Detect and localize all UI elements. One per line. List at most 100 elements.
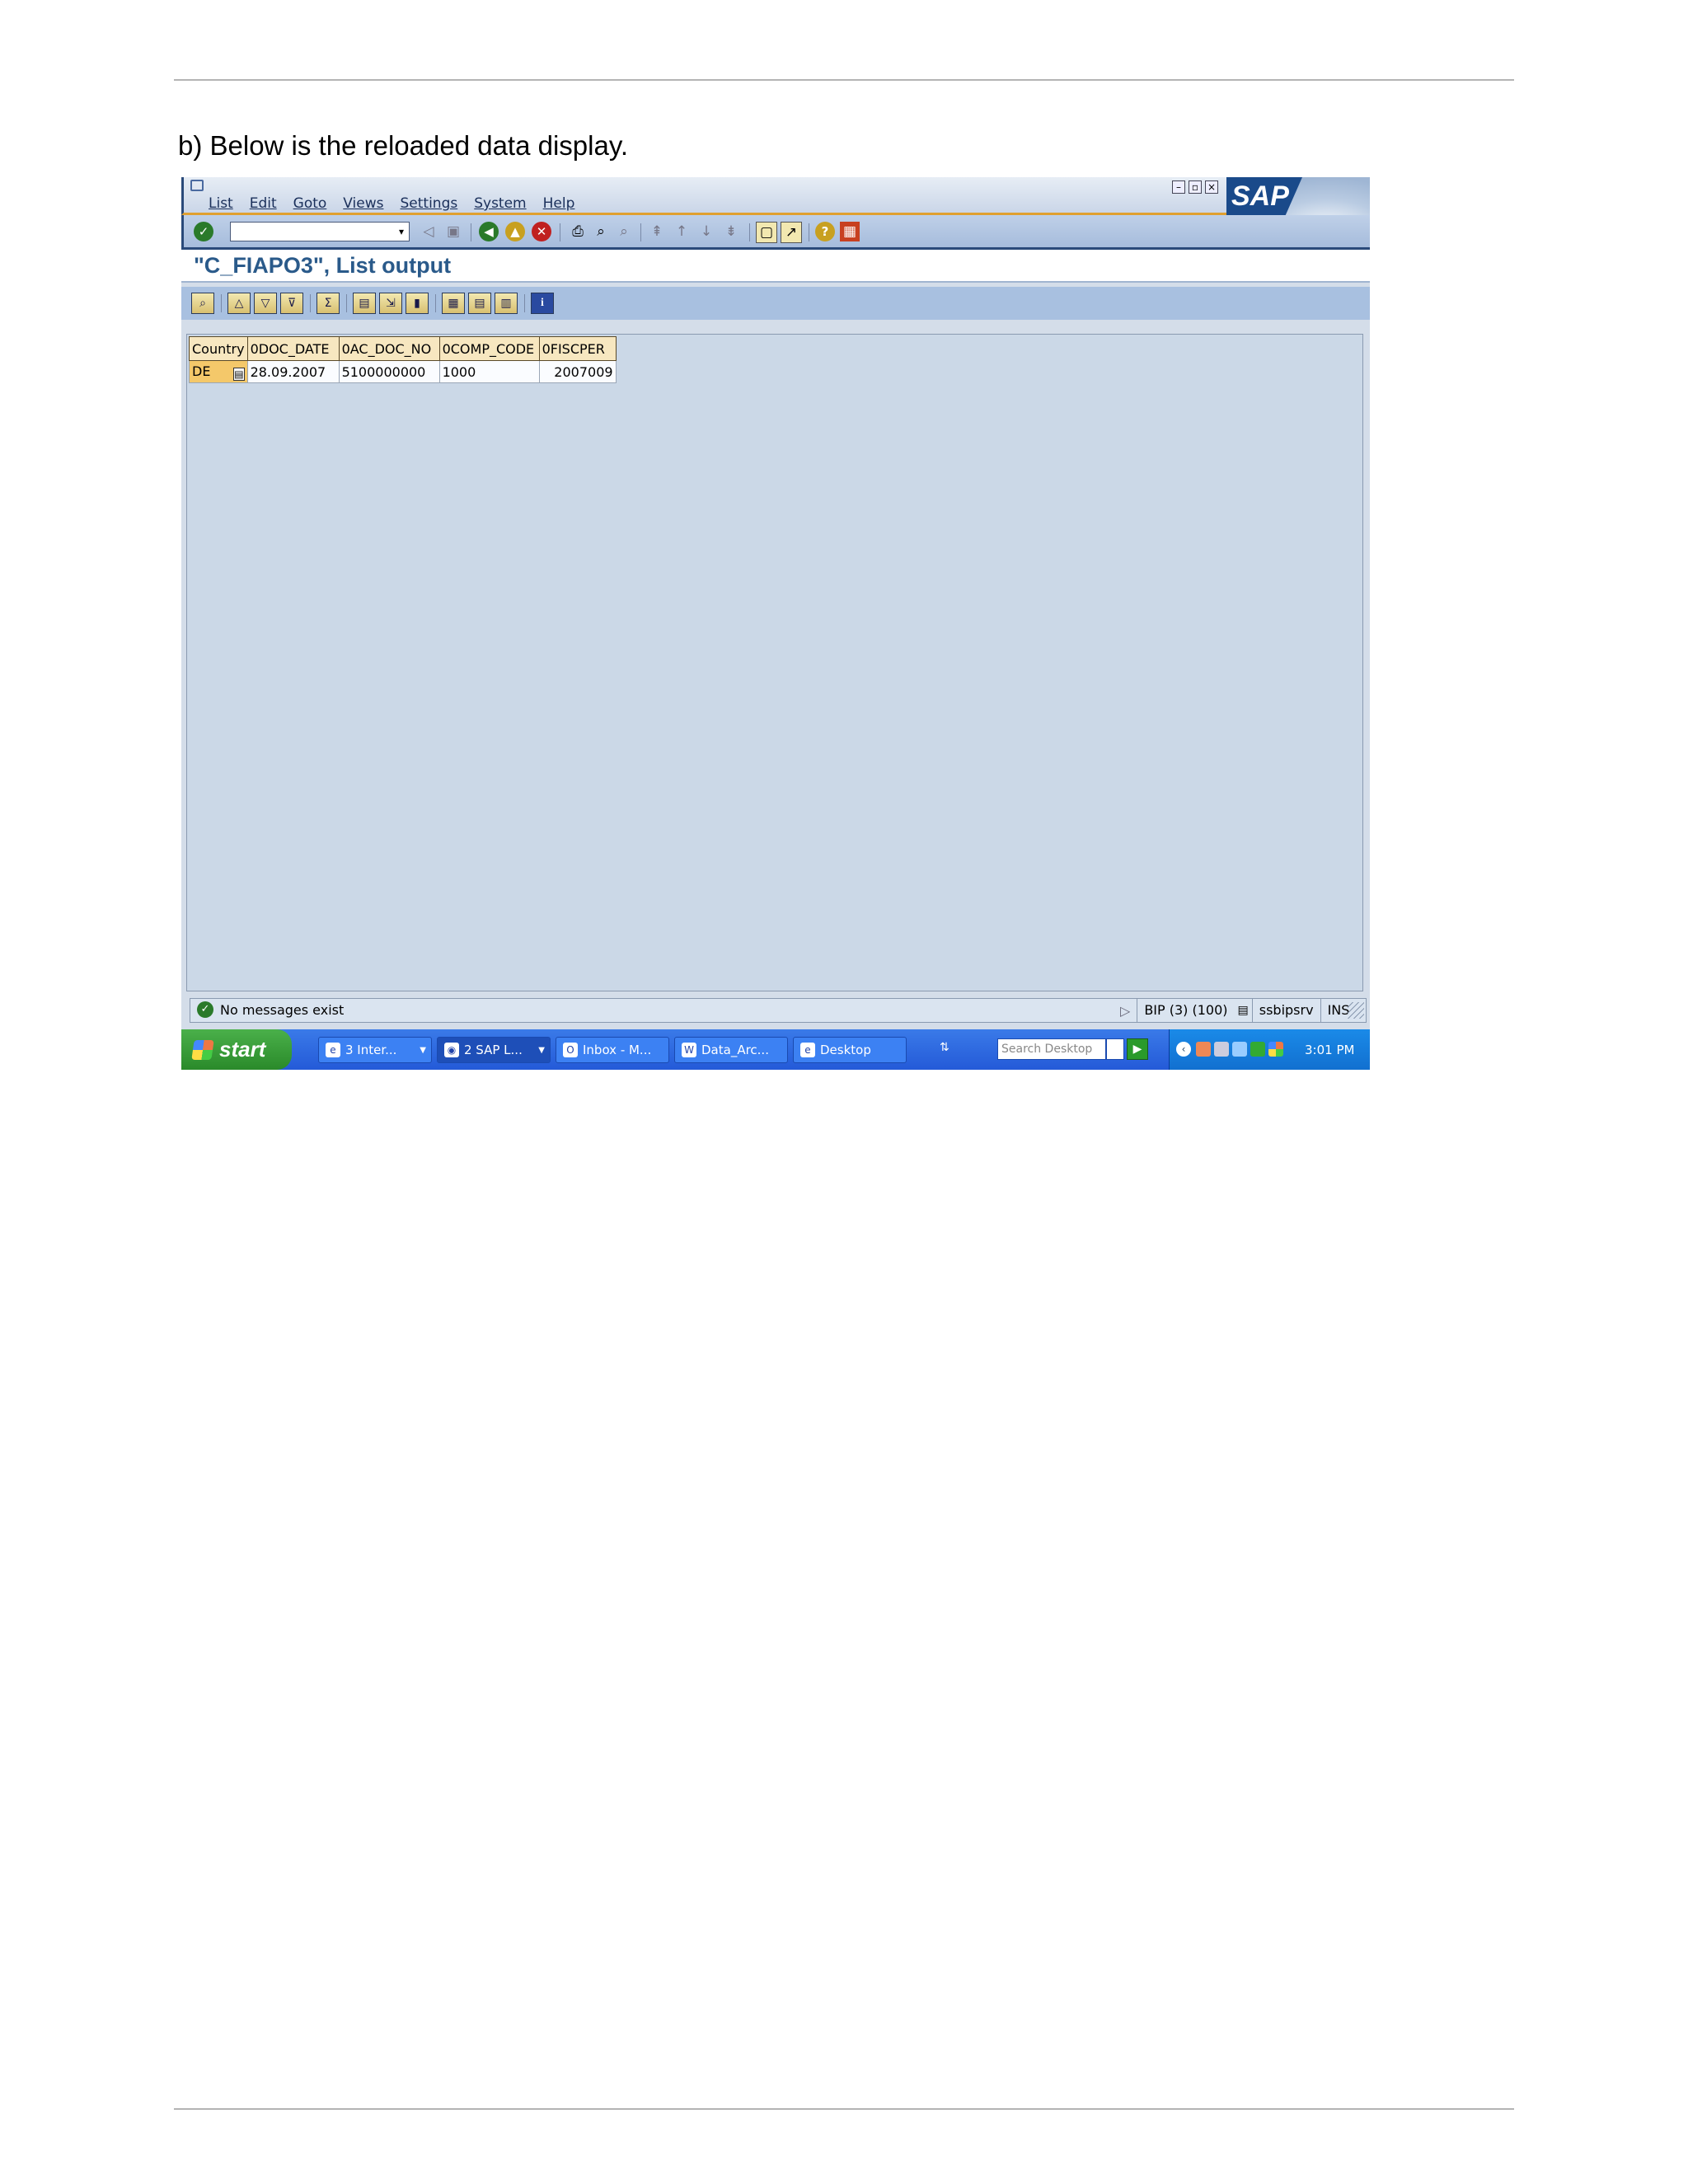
export-icon[interactable]: ⇲ <box>379 293 402 314</box>
cell-comp-code[interactable]: 1000 <box>438 360 540 383</box>
command-history-icon[interactable]: ▾ <box>392 222 411 241</box>
task-data-archive[interactable]: W Data_Arc... <box>674 1037 788 1063</box>
minimize-icon[interactable]: – <box>1172 180 1185 194</box>
first-page-icon[interactable]: ⇞ <box>647 222 667 241</box>
tray-search-icon[interactable] <box>1232 1042 1247 1057</box>
search-go-icon[interactable]: ▶ <box>1127 1038 1148 1060</box>
details-icon[interactable]: ⌕ <box>191 293 214 314</box>
status-info: ▷ BIP (3) (100) ▤ ssbipsrv INS <box>1114 999 1356 1022</box>
desktop-icon: e <box>800 1043 815 1057</box>
menu-items: List Edit Goto Views Settings System Hel… <box>209 195 591 212</box>
shortcut-icon[interactable]: ↗ <box>781 222 802 243</box>
application-toolbar: ⌕ △ ▽ ⊽ Σ ▤ ⇲ ▮ ▦ ▤ ▥ i <box>181 287 1370 320</box>
task-label: 3 Inter... <box>345 1043 397 1057</box>
menu-settings[interactable]: Settings <box>400 195 457 212</box>
tray-windows-icon[interactable] <box>1268 1042 1283 1057</box>
enter-icon[interactable]: ✓ <box>194 222 213 241</box>
previous-page-icon[interactable]: ↑ <box>672 222 692 241</box>
page-bottom-rule <box>174 2108 1514 2110</box>
start-button[interactable]: start <box>181 1029 292 1070</box>
table-row[interactable]: DE ▤ 28.09.2007 5100000000 1000 2007009 <box>189 360 617 383</box>
task-label: 2 SAP L... <box>464 1043 523 1057</box>
clock[interactable]: 3:01 PM <box>1305 1043 1354 1057</box>
tray-network-icon[interactable] <box>1214 1042 1229 1057</box>
sort-descending-icon[interactable]: ▽ <box>254 293 277 314</box>
information-icon[interactable]: i <box>531 293 554 314</box>
search-options-icon[interactable] <box>1106 1038 1124 1060</box>
cell-country-text: DE <box>192 363 211 379</box>
find-icon[interactable]: ⌕ <box>591 222 611 241</box>
word-document-icon: W <box>682 1043 696 1057</box>
menu-edit[interactable]: Edit <box>250 195 277 212</box>
filter-icon[interactable]: ⊽ <box>280 293 303 314</box>
window-controls: – ▫ × <box>1172 180 1218 194</box>
task-label: Data_Arc... <box>701 1043 769 1057</box>
menu-list[interactable]: List <box>209 195 233 212</box>
page-top-rule <box>174 79 1514 81</box>
sap-logon-icon: ◉ <box>444 1043 459 1057</box>
menu-views[interactable]: Views <box>343 195 383 212</box>
task-inbox[interactable]: O Inbox - M... <box>556 1037 669 1063</box>
cell-ac-doc-no[interactable]: 5100000000 <box>338 360 440 383</box>
back-arrow-icon[interactable]: ◁ <box>419 222 438 241</box>
graphic-icon[interactable]: ▮ <box>406 293 429 314</box>
task-sap-logon[interactable]: ◉ 2 SAP L... ▼ <box>437 1037 551 1063</box>
group-arrow-icon: ▼ <box>420 1045 426 1055</box>
standard-toolbar: ✓ ▾ ◁ ▣ ◀ ▲ ✕ ⎙ ⌕ ⌕ ⇞ ↑ ↓ ⇟ ▢ ↗ ? ▦ <box>181 215 1370 250</box>
cancel-icon[interactable]: ✕ <box>532 222 551 241</box>
column-header-doc-date[interactable]: 0DOC_DATE <box>246 336 340 361</box>
column-header-country[interactable]: Country <box>189 336 248 361</box>
select-layout-icon[interactable]: ▤ <box>468 293 491 314</box>
task-desktop[interactable]: e Desktop <box>793 1037 907 1063</box>
search-desktop-input[interactable]: Search Desktop <box>997 1038 1106 1060</box>
quick-launch-icon[interactable]: ⇅ <box>940 1041 950 1054</box>
save-icon[interactable]: ▣ <box>443 222 463 241</box>
sort-ascending-icon[interactable]: △ <box>227 293 251 314</box>
status-server: ssbipsrv <box>1251 999 1320 1022</box>
last-page-icon[interactable]: ⇟ <box>721 222 741 241</box>
column-header-fiscper[interactable]: 0FISCPER <box>538 336 617 361</box>
menu-goto[interactable]: Goto <box>293 195 327 212</box>
create-session-icon[interactable]: ▢ <box>756 222 777 243</box>
task-label: Desktop <box>820 1043 871 1057</box>
layout-menu-icon[interactable]: ▦ <box>840 222 860 241</box>
tray-expand-icon[interactable]: ‹ <box>1176 1042 1191 1057</box>
page-title: "C_FIAPO3", List output <box>194 253 452 278</box>
save-layout-icon[interactable]: ▥ <box>495 293 518 314</box>
tray-monitor-icon[interactable] <box>1250 1042 1265 1057</box>
data-table: Country 0DOC_DATE 0AC_DOC_NO 0COMP_CODE … <box>189 336 617 383</box>
command-field[interactable] <box>230 222 410 241</box>
menu-system[interactable]: System <box>474 195 526 212</box>
title-bar: "C_FIAPO3", List output <box>181 250 1370 283</box>
outlook-icon: O <box>563 1043 578 1057</box>
resize-grip-icon[interactable] <box>1348 1002 1364 1019</box>
next-page-icon[interactable]: ↓ <box>696 222 716 241</box>
windows-taskbar: start e 3 Inter... ▼ ◉ 2 SAP L... ▼ O In… <box>181 1029 1370 1070</box>
cell-fiscper[interactable]: 2007009 <box>538 360 617 383</box>
find-next-icon[interactable]: ⌕ <box>614 222 634 241</box>
exit-icon[interactable]: ▲ <box>505 222 525 241</box>
back-icon[interactable]: ◀ <box>479 222 499 241</box>
status-bar: ✓ No messages exist ▷ BIP (3) (100) ▤ ss… <box>190 998 1367 1023</box>
status-expand-icon[interactable]: ▷ <box>1114 1003 1137 1019</box>
system-menu-icon[interactable] <box>190 180 204 191</box>
print-preview-icon[interactable]: ▤ <box>353 293 376 314</box>
menu-help[interactable]: Help <box>543 195 575 212</box>
text-details-icon[interactable]: ▤ <box>233 367 245 381</box>
change-layout-icon[interactable]: ▦ <box>442 293 465 314</box>
cell-country[interactable]: DE ▤ <box>189 360 248 383</box>
status-ok-icon: ✓ <box>197 1001 213 1018</box>
total-icon[interactable]: Σ <box>316 293 340 314</box>
windows-logo-icon <box>191 1039 214 1060</box>
cell-doc-date[interactable]: 28.09.2007 <box>246 360 340 383</box>
column-header-comp-code[interactable]: 0COMP_CODE <box>438 336 540 361</box>
task-internet-explorer[interactable]: e 3 Inter... ▼ <box>318 1037 432 1063</box>
close-icon[interactable]: × <box>1205 180 1218 194</box>
status-system-list-icon[interactable]: ▤ <box>1235 1004 1252 1017</box>
maximize-icon[interactable]: ▫ <box>1189 180 1202 194</box>
print-icon[interactable]: ⎙ <box>568 222 588 241</box>
tray-app-icon[interactable] <box>1196 1042 1211 1057</box>
column-header-ac-doc-no[interactable]: 0AC_DOC_NO <box>338 336 440 361</box>
menu-bar: List Edit Goto Views Settings System Hel… <box>181 177 1370 215</box>
help-icon[interactable]: ? <box>815 222 835 241</box>
